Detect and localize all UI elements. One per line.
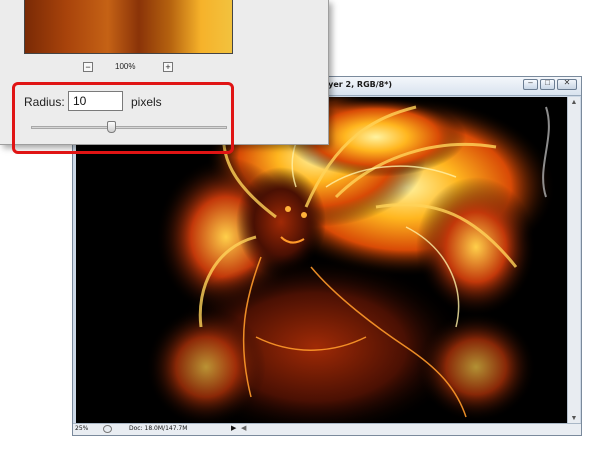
vertical-scrollbar[interactable]: ▲ ▼	[567, 97, 580, 425]
status-menu-arrow-icon[interactable]: ▶	[231, 424, 236, 432]
close-button[interactable]: ✕	[557, 78, 577, 90]
image-canvas[interactable]	[76, 97, 568, 425]
maximize-button[interactable]: □	[540, 78, 555, 90]
radius-label: Radius:	[24, 95, 65, 109]
scroll-up-icon[interactable]: ▲	[568, 97, 580, 109]
minimize-button[interactable]: –	[523, 78, 538, 90]
preview-zoom-controls: − 100% +	[83, 60, 179, 74]
radius-input[interactable]	[68, 91, 123, 111]
document-title: ayer 2, RGB/8*)	[323, 80, 393, 89]
zoom-in-button[interactable]: +	[163, 62, 173, 72]
radius-slider-track[interactable]	[31, 126, 227, 129]
window-controls: – □ ✕	[523, 78, 577, 90]
fire-portrait-image	[76, 97, 568, 425]
status-zoom-level[interactable]: 25%	[75, 425, 88, 432]
preview-zoom-value: 100%	[115, 62, 136, 71]
radius-unit-label: pixels	[131, 95, 162, 109]
radius-slider-thumb[interactable]	[106, 121, 116, 133]
status-doc-size: Doc: 18.0M/147.7M	[129, 425, 188, 432]
minimize-icon: –	[528, 78, 533, 87]
filter-dialog: − 100% + Radius: pixels	[0, 0, 329, 145]
scroll-left-icon[interactable]: ◀	[241, 424, 246, 432]
status-info-icon[interactable]	[103, 425, 112, 433]
zoom-out-button[interactable]: −	[83, 62, 93, 72]
maximize-icon: □	[545, 78, 550, 87]
filter-preview[interactable]	[24, 0, 233, 54]
status-bar: 25% Doc: 18.0M/147.7M ▶ ◀	[73, 423, 581, 435]
close-icon: ✕	[563, 78, 571, 87]
